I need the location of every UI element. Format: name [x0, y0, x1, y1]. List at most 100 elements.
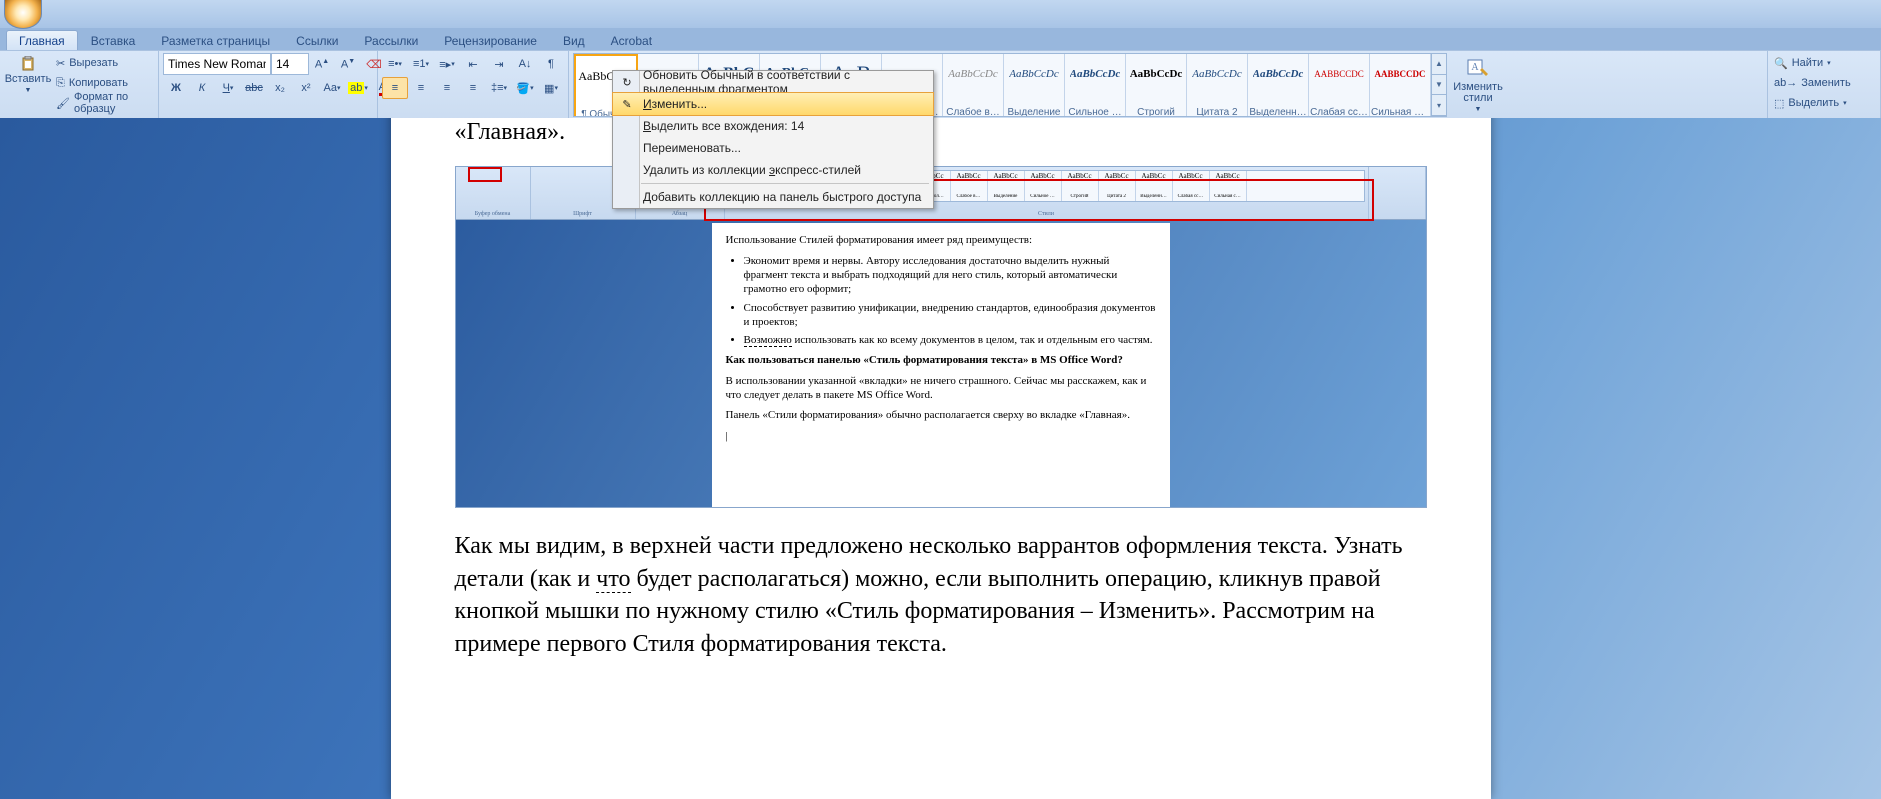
find-button[interactable]: 🔍Найти▾ — [1772, 53, 1853, 73]
style-item[interactable]: AaBbCcDcВыделенн… — [1248, 54, 1309, 117]
change-case-button[interactable]: Aa▾ — [319, 77, 345, 99]
change-styles-button[interactable]: A Изменить стили ▼ — [1449, 53, 1507, 116]
italic-button[interactable]: К — [189, 77, 215, 99]
menu-rename[interactable]: Переименовать... — [613, 137, 933, 159]
align-justify-button[interactable]: ≡ — [460, 77, 486, 99]
tab-рассылки[interactable]: Рассылки — [351, 30, 431, 50]
document-page[interactable]: «Главная». Буфер обмена Шрифт Абзац AaBb… — [391, 118, 1491, 799]
numbering-icon: ≡1 — [413, 58, 426, 70]
underline-button[interactable]: Ч▾ — [215, 77, 241, 99]
style-item[interactable]: AABBCCDССлабая сс… — [1309, 54, 1370, 117]
select-button[interactable]: ⬚Выделить▾ — [1772, 93, 1853, 113]
highlight-icon: ab — [348, 82, 364, 94]
style-item[interactable]: AABBCCDССильная с… — [1370, 54, 1431, 117]
tab-вид[interactable]: Вид — [550, 30, 598, 50]
shading-button[interactable]: 🪣▾ — [512, 77, 538, 99]
list-item: Возможно использовать как ко всему докум… — [744, 333, 1156, 347]
embedded-screenshot: Буфер обмена Шрифт Абзац AaBbCc¶ Обычный… — [455, 166, 1427, 508]
format-painter-button[interactable]: 🖌Формат по образцу — [54, 93, 154, 113]
copy-button[interactable]: ⎘Копировать — [54, 73, 154, 93]
outdent-icon: ⇤ — [468, 58, 477, 71]
tab-ссылки[interactable]: Ссылки — [283, 30, 351, 50]
highlight-button[interactable]: ab▾ — [345, 77, 371, 99]
tab-главная[interactable]: Главная — [6, 30, 78, 50]
style-item[interactable]: AaBbCcDcЦитата 2 — [1187, 54, 1248, 117]
align-left-icon: ≡ — [392, 82, 398, 94]
office-button[interactable] — [4, 0, 42, 29]
subscript-button[interactable]: x₂ — [267, 77, 293, 99]
tab-рецензирование[interactable]: Рецензирование — [431, 30, 550, 50]
style-context-menu: ↻Обновить Обычный в соответствии с выдел… — [612, 70, 934, 209]
grow-font-icon: A▲ — [315, 58, 329, 71]
body-paragraph: Как мы видим, в верхней части предложено… — [455, 530, 1427, 660]
gallery-more-button[interactable]: ▾ — [1432, 95, 1446, 116]
bucket-icon: 🪣 — [516, 82, 530, 95]
bold-button[interactable]: Ж — [163, 77, 189, 99]
list-item: Способствует развитию унификации, внедре… — [744, 301, 1156, 330]
multilevel-button[interactable]: ≡▸▾ — [434, 53, 460, 75]
titlebar — [0, 0, 1881, 28]
indent-icon: ⇥ — [494, 58, 503, 71]
find-icon: 🔍 — [1774, 57, 1788, 70]
strike-button[interactable]: abc — [241, 77, 267, 99]
shrink-font-button[interactable]: A▼ — [335, 53, 361, 75]
select-icon: ⬚ — [1774, 97, 1784, 110]
modify-icon: ✎ — [619, 96, 635, 112]
align-justify-icon: ≡ — [470, 82, 476, 94]
multilevel-icon: ≡▸ — [439, 58, 451, 71]
show-marks-button[interactable]: ¶ — [538, 53, 564, 75]
menu-update-style[interactable]: ↻Обновить Обычный в соответствии с выдел… — [613, 71, 933, 93]
align-center-icon: ≡ — [418, 82, 424, 94]
font-size-combo[interactable] — [271, 53, 309, 75]
paste-icon — [20, 56, 36, 72]
text-fragment: «Главная». — [455, 118, 1427, 148]
grow-font-button[interactable]: A▲ — [309, 53, 335, 75]
scissors-icon: ✂ — [56, 57, 65, 70]
copy-icon: ⎘ — [56, 77, 65, 90]
style-item[interactable]: AaBbCcDcСлабое в… — [943, 54, 1004, 117]
bullets-icon: ≡• — [388, 58, 398, 70]
cut-button[interactable]: ✂Вырезать — [54, 53, 154, 73]
align-right-button[interactable]: ≡ — [434, 77, 460, 99]
superscript-icon: x² — [301, 82, 310, 94]
sort-icon: A↓ — [519, 58, 532, 70]
bullets-button[interactable]: ≡•▾ — [382, 53, 408, 75]
tab-вставка[interactable]: Вставка — [78, 30, 149, 50]
line-spacing-icon: ‡≡ — [491, 82, 504, 94]
borders-button[interactable]: ▦▾ — [538, 77, 564, 99]
gallery-down-button[interactable]: ▼ — [1432, 75, 1446, 96]
menu-remove-quick[interactable]: Удалить из коллекции экспресс-стилей — [613, 159, 933, 181]
menu-add-qat[interactable]: Добавить коллекцию на панель быстрого до… — [613, 186, 933, 208]
line-spacing-button[interactable]: ‡≡▾ — [486, 77, 512, 99]
style-item[interactable]: AaBbCcDcВыделение — [1004, 54, 1065, 117]
align-center-button[interactable]: ≡ — [408, 77, 434, 99]
gallery-up-button[interactable]: ▲ — [1432, 54, 1446, 75]
tab-разметка страницы[interactable]: Разметка страницы — [148, 30, 283, 50]
borders-icon: ▦ — [544, 82, 554, 95]
numbering-button[interactable]: ≡1▾ — [408, 53, 434, 75]
list-item: Экономит время и нервы. Автору исследова… — [744, 254, 1156, 297]
pilcrow-icon: ¶ — [548, 58, 554, 70]
superscript-button[interactable]: x² — [293, 77, 319, 99]
ribbon-tabs: ГлавнаяВставкаРазметка страницыСсылкиРас… — [6, 28, 1881, 50]
update-icon: ↻ — [619, 74, 635, 90]
indent-dec-button[interactable]: ⇤ — [460, 53, 486, 75]
tab-acrobat[interactable]: Acrobat — [598, 30, 665, 50]
brush-icon: 🖌 — [56, 97, 70, 110]
replace-button[interactable]: ab→Заменить — [1772, 73, 1853, 93]
style-item[interactable]: AaBbCcDcСильное … — [1065, 54, 1126, 117]
indent-inc-button[interactable]: ⇥ — [486, 53, 512, 75]
highlight-box-tab — [468, 167, 502, 182]
sort-button[interactable]: A↓ — [512, 53, 538, 75]
font-family-combo[interactable] — [163, 53, 271, 75]
workspace: «Главная». Буфер обмена Шрифт Абзац AaBb… — [0, 118, 1881, 799]
menu-select-all[interactable]: Выделить все вхождения: 14 — [613, 115, 933, 137]
replace-icon: ab→ — [1774, 77, 1797, 89]
align-left-button[interactable]: ≡ — [382, 77, 408, 99]
style-item[interactable]: AaBbCcDcСтрогий — [1126, 54, 1187, 117]
svg-text:A: A — [1471, 62, 1479, 73]
subscript-icon: x₂ — [275, 82, 285, 94]
paste-button[interactable]: Вставить ▼ — [4, 53, 52, 97]
menu-modify-style[interactable]: ✎Изменить... — [612, 92, 934, 116]
paste-label: Вставить — [5, 74, 52, 85]
